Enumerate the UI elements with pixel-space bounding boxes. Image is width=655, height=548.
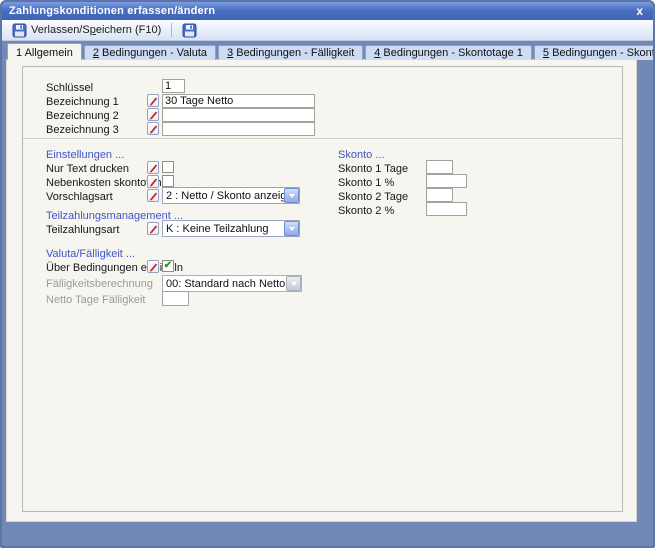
nur-text-drucken-label: Nur Text drucken [46, 163, 129, 175]
skonto-2-tage-input[interactable] [426, 188, 453, 202]
toolbar-separator [171, 23, 172, 37]
tab-bedingungen-skontotage-2[interactable]: 5 Bedingungen - Skontotage 2 [534, 45, 655, 60]
edit-pencil-icon[interactable] [147, 189, 159, 202]
teilzahlungsart-label: Teilzahlungsart [46, 224, 119, 236]
chevron-down-icon [286, 276, 301, 291]
section-divider [23, 138, 622, 139]
toolbar: Verlassen/Speichern (F10) [2, 20, 653, 41]
skonto-1-tage-input[interactable] [426, 160, 453, 174]
edit-pencil-icon[interactable] [147, 260, 159, 273]
schluessel-input[interactable] [162, 79, 185, 93]
valuta-section-header: Valuta/Fälligkeit ... [46, 248, 135, 260]
ueber-bedingungen-checkbox[interactable]: ✔ [162, 260, 174, 272]
window-title: Zahlungskonditionen erfassen/ändern [9, 5, 215, 17]
skonto-2-prozent-input[interactable] [426, 202, 467, 216]
bezeichnung-2-label: Bezeichnung 2 [46, 110, 119, 122]
edit-pencil-icon[interactable] [147, 122, 159, 135]
bezeichnung-1-label: Bezeichnung 1 [46, 96, 119, 108]
bezeichnung-3-input[interactable] [162, 122, 315, 136]
vorschlagsart-label: Vorschlagsart [46, 191, 113, 203]
edit-pencil-icon[interactable] [147, 94, 159, 107]
faelligkeitsberechnung-select: 00: Standard nach Netto Tagen [162, 275, 302, 292]
dialog-zahlungskonditionen: Zahlungskonditionen erfassen/ändern x Ve… [0, 0, 655, 548]
skonto-1-prozent-label: Skonto 1 % [338, 177, 394, 189]
faelligkeitsberechnung-value: 00: Standard nach Netto Tagen [163, 278, 286, 290]
titlebar[interactable]: Zahlungskonditionen erfassen/ändern x [2, 2, 653, 20]
exit-save-button[interactable]: Verlassen/Speichern (F10) [6, 21, 167, 39]
tab-bar: 1 Allgemein 2 Bedingungen - Valuta 3 Bed… [7, 43, 655, 60]
save-button[interactable] [176, 21, 203, 39]
bezeichnung-2-input[interactable] [162, 108, 315, 122]
netto-tage-faelligkeit-input [162, 291, 189, 306]
skonto-2-prozent-label: Skonto 2 % [338, 205, 394, 217]
save-icon [12, 23, 27, 38]
exit-save-label: Verlassen/Speichern (F10) [31, 24, 161, 36]
edit-pencil-icon[interactable] [147, 161, 159, 174]
form-groupbox: Schlüssel Bezeichnung 1 Bezeichnung 2 Be… [22, 66, 623, 512]
vorschlagsart-value: 2 : Netto / Skonto anzeigen [163, 190, 284, 202]
save-icon [182, 23, 197, 38]
vorschlagsart-select[interactable]: 2 : Netto / Skonto anzeigen [162, 187, 300, 204]
chevron-down-icon[interactable] [284, 188, 299, 203]
schluessel-label: Schlüssel [46, 82, 93, 94]
skonto-1-prozent-input[interactable] [426, 174, 467, 188]
skonto-1-tage-label: Skonto 1 Tage [338, 163, 408, 175]
bezeichnung-1-input[interactable] [162, 94, 315, 108]
dialog-body: 1 Allgemein 2 Bedingungen - Valuta 3 Bed… [2, 41, 653, 546]
faelligkeitsberechnung-label: Fälligkeitsberechnung [46, 278, 153, 290]
skonto-2-tage-label: Skonto 2 Tage [338, 191, 408, 203]
einstellungen-section-header: Einstellungen ... [46, 149, 124, 161]
edit-pencil-icon[interactable] [147, 222, 159, 235]
bezeichnung-3-label: Bezeichnung 3 [46, 124, 119, 136]
skonto-section-header: Skonto ... [338, 149, 384, 161]
tab-bedingungen-faelligkeit[interactable]: 3 Bedingungen - Fälligkeit [218, 45, 363, 60]
tab-bedingungen-skontotage-1[interactable]: 4 Bedingungen - Skontotage 1 [365, 45, 532, 60]
nur-text-drucken-checkbox[interactable] [162, 161, 174, 173]
chevron-down-icon[interactable] [284, 221, 299, 236]
teilzahlungsart-value: K : Keine Teilzahlung [163, 223, 284, 235]
tab-allgemein[interactable]: 1 Allgemein [7, 43, 82, 60]
tab-panel-allgemein: Schlüssel Bezeichnung 1 Bezeichnung 2 Be… [6, 59, 637, 522]
nebenkosten-skontofaehig-checkbox[interactable] [162, 175, 174, 187]
edit-pencil-icon[interactable] [147, 175, 159, 188]
netto-tage-faelligkeit-label: Netto Tage Fälligkeit [46, 294, 145, 306]
tab-bedingungen-valuta[interactable]: 2 Bedingungen - Valuta [84, 45, 216, 60]
edit-pencil-icon[interactable] [147, 108, 159, 121]
close-icon[interactable]: x [633, 5, 646, 17]
teilzahlungsart-select[interactable]: K : Keine Teilzahlung [162, 220, 300, 237]
